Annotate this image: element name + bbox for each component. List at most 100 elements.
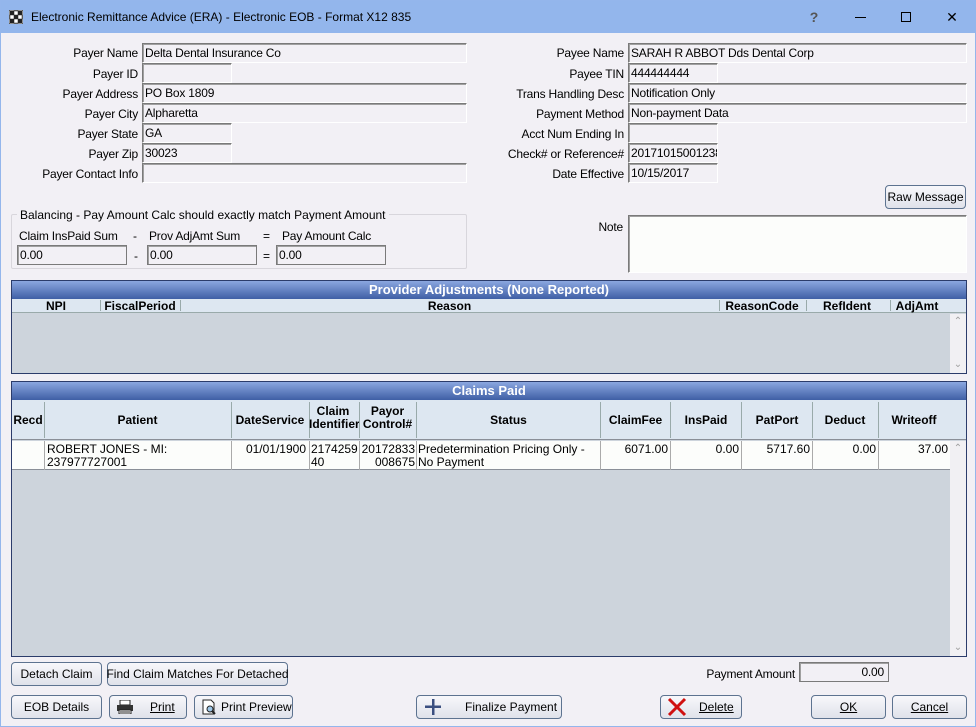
note-textarea[interactable]	[628, 215, 967, 273]
claim-fee: 6071.00	[624, 443, 668, 456]
col-adj-amt[interactable]: AdjAmt	[891, 299, 943, 313]
payer-zip-field[interactable]: 30023	[142, 143, 232, 163]
help-icon: ?	[809, 9, 819, 25]
prov-adjamt-sum-label: Prov AdjAmt Sum	[149, 229, 241, 243]
detach-claim-button[interactable]: Detach Claim	[11, 662, 102, 686]
scroll-down-icon[interactable]: ⌄	[950, 357, 966, 373]
check-ref-label: Check# or Reference#	[507, 147, 624, 161]
minus-sign: -	[133, 229, 137, 243]
payer-address-field[interactable]: PO Box 1809	[142, 83, 467, 103]
claim-inspaid-sum-label: Claim InsPaid Sum	[19, 229, 118, 243]
provider-adjustments-panel: Provider Adjustments (None Reported) NPI…	[11, 280, 967, 374]
claims-paid-title: Claims Paid	[12, 382, 966, 400]
equals-sign: =	[263, 229, 270, 243]
payment-amount-label: Payment Amount	[706, 667, 795, 681]
scroll-up-icon[interactable]: ⌃	[950, 441, 966, 457]
pay-amount-calc-field[interactable]: 0.00	[276, 245, 386, 265]
scroll-up-icon[interactable]: ⌃	[950, 314, 966, 330]
print-preview-label: Print Preview	[221, 700, 292, 714]
window-title: Electronic Remittance Advice (ERA) - Ele…	[31, 10, 412, 24]
provider-adjustments-header: NPI FiscalPeriod Reason ReasonCode RefId…	[12, 299, 966, 313]
col-writeoff[interactable]: Writeoff	[879, 413, 949, 427]
col-patient[interactable]: Patient	[45, 413, 230, 427]
delete-x-icon	[667, 697, 687, 717]
claim-deduct: 0.00	[852, 443, 876, 456]
cell-separator	[416, 441, 417, 470]
payer-id-field[interactable]	[142, 63, 232, 83]
print-preview-button[interactable]: Print Preview	[194, 695, 293, 719]
col-pat-port[interactable]: PatPort	[742, 413, 812, 427]
payer-city-field[interactable]: Alpharetta	[142, 103, 467, 123]
col-date-service[interactable]: DateService	[232, 413, 308, 427]
equals-sign-2: =	[263, 249, 270, 263]
col-payor-control[interactable]: Payor Control#	[360, 405, 415, 431]
finalize-payment-button[interactable]: Finalize Payment	[416, 695, 562, 719]
col-claim-fee[interactable]: ClaimFee	[601, 413, 670, 427]
payer-contact-label: Payer Contact Info	[42, 167, 138, 181]
minimize-icon	[854, 16, 866, 18]
help-button[interactable]: ?	[791, 1, 837, 33]
col-ins-paid[interactable]: InsPaid	[671, 413, 741, 427]
payer-name-field[interactable]: Delta Dental Insurance Co	[142, 43, 467, 63]
payer-state-field[interactable]: GA	[142, 123, 232, 143]
print-button[interactable]: Print	[109, 695, 187, 719]
col-npi[interactable]: NPI	[40, 299, 72, 313]
delete-button[interactable]: Delete	[660, 695, 742, 719]
payment-amount-field[interactable]: 0.00	[799, 662, 889, 682]
minimize-button[interactable]	[837, 1, 883, 33]
acct-num-label: Acct Num Ending In	[521, 127, 625, 141]
col-reason-code[interactable]: ReasonCode	[720, 299, 804, 313]
claim-row[interactable]: ROBERT JONES - MI: 237977727001 01/01/19…	[12, 441, 950, 470]
cancel-button[interactable]: Cancel	[892, 695, 967, 719]
prov-adjamt-sum-field[interactable]: 0.00	[147, 245, 257, 265]
eob-details-button[interactable]: EOB Details	[11, 695, 102, 719]
close-icon: ✕	[946, 8, 958, 25]
check-ref-field[interactable]: 20171015001238	[628, 143, 718, 163]
col-status[interactable]: Status	[417, 413, 600, 427]
col-claim-identifier[interactable]: Claim Identifier	[309, 405, 360, 431]
date-effective-label: Date Effective	[552, 167, 624, 181]
payer-address-label: Payer Address	[62, 87, 139, 101]
payment-method-label: Payment Method	[536, 107, 624, 121]
provider-adjustments-scrollbar[interactable]: ⌃ ⌄	[950, 314, 966, 373]
balancing-title: Balancing - Pay Amount Calc should exact…	[17, 208, 389, 222]
close-button[interactable]: ✕	[929, 1, 975, 33]
minus-sign-2: -	[134, 249, 138, 263]
scroll-down-icon[interactable]: ⌄	[950, 640, 966, 656]
claims-paid-scrollbar[interactable]: ⌃ ⌄	[950, 441, 966, 656]
payer-city-label: Payer City	[84, 107, 139, 121]
acct-num-field[interactable]	[628, 123, 718, 143]
claims-paid-header: Recd Patient DateService Claim Identifie…	[12, 400, 966, 440]
payer-name-label: Payer Name	[73, 46, 138, 60]
find-claim-matches-button[interactable]: Find Claim Matches For Detached	[106, 662, 289, 686]
payment-method-field[interactable]: Non-payment Data	[628, 103, 967, 123]
claim-ins-paid: 0.00	[715, 443, 739, 456]
col-ref-ident[interactable]: RefIdent	[807, 299, 887, 313]
cell-separator	[309, 441, 310, 470]
trans-handling-label: Trans Handling Desc	[516, 87, 624, 101]
claim-date-service: 01/01/1900	[245, 443, 306, 456]
col-deduct[interactable]: Deduct	[813, 413, 877, 427]
claim-patient: ROBERT JONES - MI: 237977727001	[47, 443, 168, 469]
trans-handling-field[interactable]: Notification Only	[628, 83, 967, 103]
maximize-button[interactable]	[883, 1, 929, 33]
claim-identifier: 217425940	[311, 443, 358, 469]
payee-name-label: Payee Name	[556, 46, 625, 60]
payee-name-field[interactable]: SARAH R ABBOT Dds Dental Corp	[628, 43, 967, 63]
pay-amount-calc-label: Pay Amount Calc	[282, 229, 372, 243]
payer-state-label: Payer State	[77, 127, 138, 141]
ok-button[interactable]: OK	[811, 695, 886, 719]
payer-contact-field[interactable]	[142, 163, 467, 183]
provider-adjustments-title: Provider Adjustments (None Reported)	[12, 281, 966, 299]
payee-tin-field[interactable]: 444444444	[628, 63, 718, 83]
date-effective-field[interactable]: 10/15/2017	[628, 163, 718, 183]
title-bar: Electronic Remittance Advice (ERA) - Ele…	[1, 1, 976, 33]
claim-inspaid-sum-field[interactable]: 0.00	[17, 245, 127, 265]
col-reason[interactable]: Reason	[181, 299, 718, 313]
col-recd[interactable]: Recd	[12, 413, 44, 427]
ok-label: OK	[839, 700, 858, 714]
raw-message-button[interactable]: Raw Message	[885, 185, 966, 209]
col-fiscal-period[interactable]: FiscalPeriod	[101, 299, 179, 313]
printer-icon	[117, 700, 133, 714]
payer-zip-label: Payer Zip	[88, 147, 138, 161]
